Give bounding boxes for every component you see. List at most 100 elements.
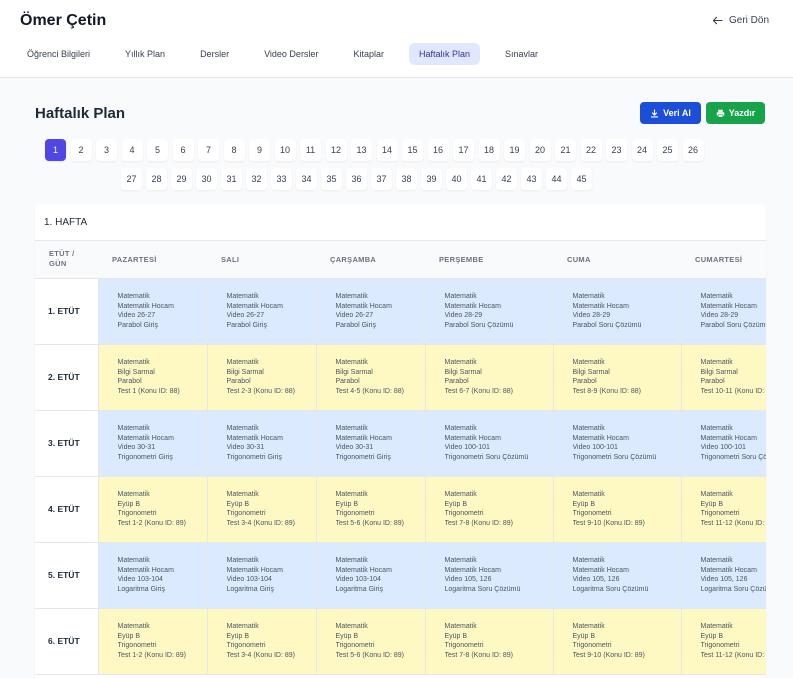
week-button[interactable]: 28 <box>146 168 167 190</box>
week-button[interactable]: 42 <box>496 168 517 190</box>
week-button[interactable]: 24 <box>631 139 653 161</box>
tab--renci-bilgileri[interactable]: Öğrenci Bilgileri <box>17 43 100 65</box>
plan-cell[interactable]: Matematik Eyüp B Trigonometri Test 1-2 (Kon… <box>98 476 208 543</box>
plan-cell[interactable]: Matematik Eyüp B Trigonometri Test 11-12 (K… <box>681 476 766 543</box>
week-button[interactable]: 10 <box>274 139 296 161</box>
week-button[interactable]: 40 <box>446 168 467 190</box>
week-button[interactable]: 31 <box>221 168 242 190</box>
plan-cell[interactable]: Matematik Matematik Hocam Video 105, 126 Lo… <box>681 542 766 609</box>
week-button[interactable]: 45 <box>571 168 592 190</box>
plan-cell[interactable]: Matematik Matematik Hocam Video 100-101 Tri… <box>681 410 766 477</box>
plan-cell[interactable]: Matematik Matematik Hocam Video 105, 126 Lo… <box>425 542 554 609</box>
download-icon <box>650 108 659 118</box>
week-button[interactable]: 8 <box>223 139 245 161</box>
week-button[interactable]: 37 <box>371 168 392 190</box>
plan-cell[interactable]: Matematik Eyüp B Trigonometri Test 9-10 (Ko… <box>553 476 682 543</box>
week-button[interactable]: 22 <box>580 139 602 161</box>
printer-icon <box>716 109 725 118</box>
week-button[interactable]: 35 <box>321 168 342 190</box>
week-button[interactable]: 23 <box>606 139 627 161</box>
week-button[interactable]: 21 <box>555 139 576 161</box>
week-button[interactable]: 32 <box>246 168 267 190</box>
plan-cell[interactable]: Matematik Matematik Hocam Video 30-31 Trigo… <box>207 410 317 477</box>
plan-cell[interactable]: Matematik Eyüp B Trigonometri Test 1-2 (Kon… <box>98 608 208 675</box>
week-button[interactable]: 12 <box>325 139 347 161</box>
plan-cell[interactable]: Matematik Bilgi Sarmal Parabol Test 4-5 (Ko… <box>316 344 426 411</box>
week-button[interactable]: 34 <box>296 168 317 190</box>
plan-cell[interactable]: Matematik Eyüp B Trigonometri Test 9-10 (Ko… <box>553 608 682 675</box>
plan-cell-line: Matematik <box>335 359 368 366</box>
plan-cell[interactable]: Matematik Bilgi Sarmal Parabol Test 2-3 (Ko… <box>207 344 317 411</box>
plan-cell[interactable]: Matematik Eyüp B Trigonometri Test 7-8 (Kon… <box>425 476 554 543</box>
plan-cell[interactable]: Matematik Matematik Hocam Video 30-31 Trigo… <box>316 410 426 477</box>
tab-video-dersler[interactable]: Video Dersler <box>254 43 328 65</box>
plan-cell[interactable]: Matematik Matematik Hocam Video 28-29 Parab… <box>681 278 766 345</box>
week-button[interactable]: 25 <box>657 139 678 161</box>
plan-cell[interactable]: Matematik Eyüp B Trigonometri Test 5-6 (Kon… <box>316 608 426 675</box>
print-button[interactable]: Yazdır <box>706 102 765 124</box>
plan-cell[interactable]: Matematik Eyüp B Trigonometri Test 5-6 (Kon… <box>316 476 426 543</box>
plan-cell[interactable]: Matematik Matematik Hocam Video 26-27 Parab… <box>207 278 317 345</box>
week-button[interactable]: 36 <box>346 168 367 190</box>
plan-cell[interactable]: Matematik Matematik Hocam Video 105, 126 Lo… <box>553 542 682 609</box>
plan-cell[interactable]: Matematik Bilgi Sarmal Parabol Test 6-7 (Ko… <box>425 344 554 411</box>
plan-cell[interactable]: Matematik Matematik Hocam Video 28-29 Parab… <box>425 278 554 345</box>
plan-cell[interactable]: Matematik Bilgi Sarmal Parabol Test 10-11 (… <box>681 344 766 411</box>
week-button[interactable]: 6 <box>172 139 194 161</box>
week-button[interactable]: 11 <box>300 139 321 161</box>
tab-y-ll-k-plan[interactable]: Yıllık Plan <box>115 43 175 65</box>
week-button[interactable]: 9 <box>249 139 270 161</box>
plan-cell[interactable]: Matematik Matematik Hocam Video 103-104 Log… <box>207 542 317 609</box>
plan-cell[interactable]: Matematik Matematik Hocam Video 103-104 Log… <box>316 542 426 609</box>
week-button[interactable]: 1 <box>45 139 66 161</box>
week-button[interactable]: 2 <box>70 139 92 161</box>
export-data-button[interactable]: Veri Al <box>640 102 701 124</box>
plan-cell[interactable]: Matematik Matematik Hocam Video 26-27 Parab… <box>316 278 426 345</box>
plan-cell[interactable]: Matematik Eyüp B Trigonometri Test 11-12 (K… <box>681 608 766 675</box>
plan-cell[interactable]: Matematik Matematik Hocam Video 100-101 Tri… <box>553 410 682 477</box>
plan-cell[interactable]: Matematik Bilgi Sarmal Parabol Test 1 (Konu… <box>98 344 208 411</box>
tab-haftal-k-plan[interactable]: Haftalık Plan <box>408 43 480 65</box>
week-button[interactable]: 18 <box>478 139 500 161</box>
back-button[interactable]: Geri Dön <box>712 15 769 26</box>
plan-cell-line: Matematik Hocam <box>335 434 392 442</box>
week-button[interactable]: 27 <box>121 168 142 190</box>
tab-kitaplar[interactable]: Kitaplar <box>343 43 394 65</box>
plan-cell[interactable]: Matematik Matematik Hocam Video 30-31 Trigo… <box>98 410 208 477</box>
plan-cell[interactable]: Matematik Eyüp B Trigonometri Test 3-4 (Kon… <box>207 476 317 543</box>
week-button[interactable]: 20 <box>529 139 551 161</box>
week-button[interactable]: 39 <box>421 168 442 190</box>
tab-dersler[interactable]: Dersler <box>190 43 239 65</box>
week-button[interactable]: 43 <box>521 168 542 190</box>
plan-cell-line: Trigonometri <box>572 510 612 517</box>
week-button[interactable]: 38 <box>396 168 417 190</box>
week-button[interactable]: 44 <box>546 168 567 190</box>
week-button[interactable]: 29 <box>171 168 192 190</box>
header-line: GÜN <box>49 259 67 269</box>
week-button[interactable]: 30 <box>196 168 217 190</box>
week-button[interactable]: 41 <box>471 168 492 190</box>
week-button[interactable]: 33 <box>271 168 292 190</box>
week-button[interactable]: 17 <box>453 139 474 161</box>
etut-day-header: ETÜT / GÜN <box>35 241 98 279</box>
week-button[interactable]: 4 <box>121 139 143 161</box>
plan-cell[interactable]: Matematik Matematik Hocam Video 103-104 Log… <box>98 542 208 609</box>
plan-cell[interactable]: Matematik Matematik Hocam Video 28-29 Parab… <box>553 278 682 345</box>
week-button[interactable]: 19 <box>504 139 525 161</box>
plan-cell[interactable]: Matematik Matematik Hocam Video 26-27 Parab… <box>98 278 208 345</box>
week-button[interactable]: 14 <box>376 139 398 161</box>
week-button[interactable]: 3 <box>96 139 117 161</box>
plan-cell-line: Matematik Hocam <box>335 302 392 310</box>
week-button[interactable]: 15 <box>402 139 423 161</box>
week-button[interactable]: 26 <box>682 139 704 161</box>
plan-cell[interactable]: Matematik Eyüp B Trigonometri Test 3-4 (Kon… <box>207 608 317 675</box>
week-button[interactable]: 16 <box>427 139 449 161</box>
plan-cell[interactable]: Matematik Eyüp B Trigonometri Test 7-8 (Kon… <box>425 608 554 675</box>
plan-cell[interactable]: Matematik Matematik Hocam Video 100-101 Tri… <box>425 410 554 477</box>
plan-cell[interactable]: Matematik Bilgi Sarmal Parabol Test 8-9 (Ko… <box>553 344 682 411</box>
week-button[interactable]: 5 <box>147 139 168 161</box>
week-button[interactable]: 7 <box>198 139 219 161</box>
week-button[interactable]: 13 <box>351 139 372 161</box>
tab-s-navlar[interactable]: Sınavlar <box>495 43 548 65</box>
plan-cell-line: Matematik <box>117 557 150 564</box>
